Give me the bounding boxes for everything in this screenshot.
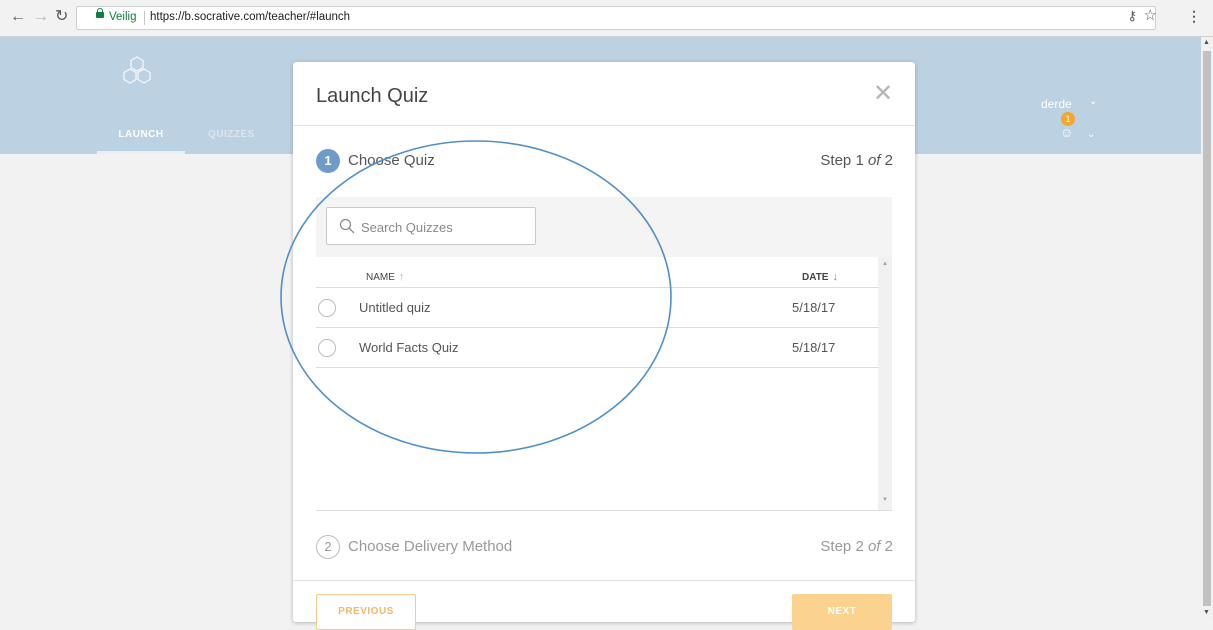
chevron-down-icon[interactable]: ⌄	[1087, 129, 1095, 140]
key-icon[interactable]: ⚷	[1127, 8, 1137, 24]
annotation-ellipse	[280, 140, 672, 454]
step-2-counter: Step 2 of 2	[820, 538, 893, 555]
modal-title: Launch Quiz	[316, 85, 429, 107]
star-icon[interactable]: ☆	[1144, 6, 1157, 24]
column-header-date[interactable]: DATE ↓	[802, 271, 838, 283]
step-1-counter: Step 1 of 2	[820, 152, 893, 169]
menu-icon[interactable]: ⋮	[1187, 8, 1201, 25]
scroll-up-arrow-icon[interactable]: ▲	[1203, 39, 1210, 46]
quiz-date: 5/18/17	[792, 340, 836, 355]
scroll-up-arrow-icon[interactable]: ▲	[882, 261, 888, 267]
nav-tab-quizzes[interactable]: QUIZZES	[208, 129, 255, 140]
previous-button[interactable]: PREVIOUS	[316, 594, 416, 630]
url-separator	[144, 11, 145, 25]
nav-tab-launch[interactable]: LAUNCH	[97, 129, 185, 154]
close-icon[interactable]: ✕	[873, 82, 893, 106]
sort-down-icon: ↓	[832, 271, 838, 283]
step-2-number: 2	[316, 535, 340, 559]
forward-icon[interactable]: →	[33, 8, 49, 26]
back-icon[interactable]: ←	[10, 8, 26, 26]
scroll-down-arrow-icon[interactable]: ▼	[1203, 609, 1210, 616]
secure-label: Veilig	[109, 11, 137, 23]
avatar-icon[interactable]: ☺	[1060, 125, 1073, 140]
next-button[interactable]: NEXT	[792, 594, 892, 630]
url-text[interactable]: https://b.socrative.com/teacher/#launch	[150, 11, 350, 23]
divider	[316, 510, 892, 511]
reload-icon[interactable]: ↻	[55, 8, 68, 26]
page-scrollbar[interactable]: ▲ ▼	[1201, 37, 1213, 619]
divider	[293, 125, 915, 126]
scroll-down-arrow-icon[interactable]: ▼	[882, 497, 888, 503]
step-2-label: Choose Delivery Method	[348, 538, 513, 555]
user-menu-name[interactable]: derde	[1041, 97, 1072, 111]
address-bar[interactable]: Veilig https://b.socrative.com/teacher/#…	[76, 6, 1156, 30]
divider	[293, 580, 915, 581]
socrative-logo-icon[interactable]	[119, 55, 155, 91]
browser-toolbar: ← → ↻ Veilig https://b.socrative.com/tea…	[0, 0, 1213, 37]
notification-badge: 1	[1061, 112, 1075, 126]
table-scrollbar[interactable]: ▲ ▼	[878, 257, 892, 511]
scrollbar-thumb[interactable]	[1203, 51, 1211, 606]
chevron-down-icon[interactable]: ⌄	[1089, 96, 1097, 107]
quiz-date: 5/18/17	[792, 300, 836, 315]
